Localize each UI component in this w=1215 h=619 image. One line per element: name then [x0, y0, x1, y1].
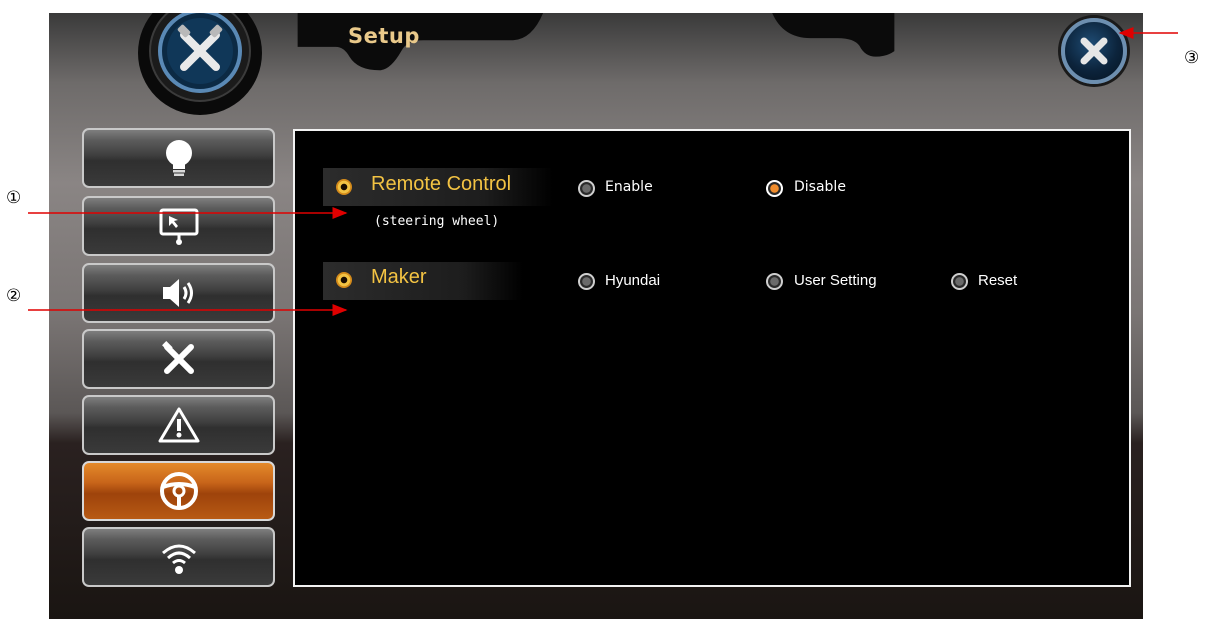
annotation-arrows — [28, 27, 1178, 316]
